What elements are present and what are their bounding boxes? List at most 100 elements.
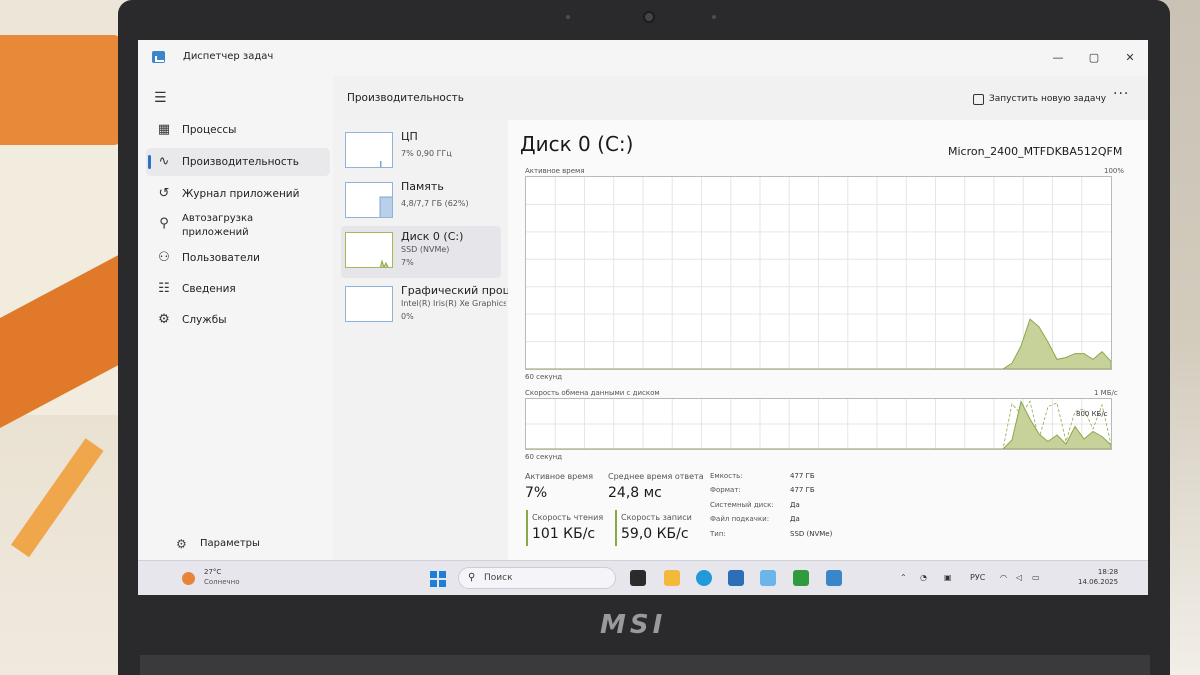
clock-date: 14.06.2025	[1078, 578, 1119, 586]
window-title: Диспетчер задач	[183, 51, 274, 62]
sidebar-item-services[interactable]: ⚙ Службы	[146, 306, 330, 334]
device-stats: 7% 0,90 ГГц	[401, 149, 452, 158]
start-button[interactable]	[430, 571, 446, 587]
cpu-mini-graph	[380, 161, 382, 167]
disk-thumbnail	[345, 232, 393, 268]
sidebar-item-label: Службы	[182, 314, 227, 326]
chevron-up-icon[interactable]: ⌃	[900, 573, 907, 582]
property-value: Да	[790, 515, 800, 523]
property-label: Емкость:	[710, 472, 743, 480]
property-label: Формат:	[710, 486, 741, 494]
memory-mini-graph	[379, 196, 392, 217]
task-view-icon[interactable]	[630, 570, 646, 586]
device-gpu[interactable]: Графический процессор Intel(R) Iris(R) X…	[341, 280, 511, 332]
store-icon[interactable]	[728, 570, 744, 586]
taskbar: 27°C Солнечно ⚲ Поиск ⌃ ◔ ▣ РУС ◠ ◁ ▭ 18…	[138, 560, 1148, 595]
hamburger-icon[interactable]: ☰	[154, 90, 167, 106]
task-manager-icon	[152, 51, 165, 63]
start-logo-tile	[438, 579, 446, 587]
settings-button[interactable]: Параметры	[200, 538, 260, 549]
device-usage: 7%	[401, 258, 414, 267]
brand-logo: MSI	[600, 610, 667, 640]
property-label: Системный диск:	[710, 501, 774, 509]
graph-label: Скорость обмена данными с диском	[525, 389, 660, 397]
gear-icon: ⚙	[176, 537, 187, 551]
run-task-icon	[973, 93, 984, 105]
device-type: SSD (NVMe)	[401, 245, 450, 254]
sidebar-item-performance[interactable]: ∿ Производительность	[146, 148, 330, 176]
sidebar-item-users[interactable]: ⚇ Пользователи	[146, 244, 330, 272]
clock[interactable]: 18:28 14.06.2025	[1078, 567, 1118, 587]
start-logo-tile	[438, 571, 446, 579]
close-button[interactable]: ✕	[1118, 48, 1142, 68]
sidebar-item-label: Пользователи	[182, 252, 260, 264]
graph-time-label: 60 секунд	[525, 373, 563, 381]
task-manager-taskbar-icon[interactable]	[826, 570, 842, 586]
xbox-icon[interactable]	[793, 570, 809, 586]
weather-description[interactable]: Солнечно	[204, 578, 240, 586]
property-label: Тип:	[710, 530, 726, 538]
history-icon: ↺	[158, 186, 170, 201]
file-explorer-icon[interactable]	[664, 570, 680, 586]
language-indicator[interactable]: РУС	[970, 573, 985, 582]
device-memory[interactable]: Память 4,8/7,7 ГБ (62%)	[341, 176, 501, 224]
write-speed-label: Скорость записи	[621, 513, 692, 522]
write-indicator	[615, 510, 617, 546]
graph-max-label: 1 МБ/с	[1094, 389, 1118, 397]
services-icon: ⚙	[158, 312, 170, 327]
minimize-button[interactable]: —	[1046, 48, 1070, 68]
avg-response-value: 24,8 мс	[608, 485, 662, 501]
wifi-icon[interactable]: ◠	[1000, 573, 1007, 582]
volume-icon[interactable]: ◁	[1016, 573, 1022, 582]
maximize-button[interactable]: ▢	[1082, 48, 1106, 68]
avg-response-label: Среднее время ответа	[608, 472, 704, 481]
device-name: Диск 0 (C:)	[401, 230, 464, 243]
active-time-value: 7%	[525, 485, 548, 501]
search-icon: ⚲	[468, 572, 476, 583]
sidebar-item-processes[interactable]: ▦ Процессы	[146, 116, 330, 144]
device-name: ЦП	[401, 130, 418, 143]
edge-icon[interactable]	[696, 570, 712, 586]
device-cpu[interactable]: ЦП 7% 0,90 ГГц	[341, 126, 501, 174]
property-value: 477 ГБ	[790, 486, 815, 494]
device-model: Intel(R) Iris(R) Xe Graphics	[401, 299, 506, 308]
read-speed-value: 101 КБ/с	[532, 526, 596, 542]
graph-svg	[526, 177, 1111, 369]
active-time-label: Активное время	[525, 472, 594, 481]
title-bar: Диспетчер задач — ▢ ✕	[138, 40, 1148, 76]
sidebar: ☰ ▦ Процессы ∿ Производительность ↺ Журн…	[138, 76, 333, 560]
weather-temperature[interactable]: 27°C	[204, 568, 221, 576]
sidebar-item-details[interactable]: ☷ Сведения	[146, 275, 330, 303]
graph-max-label: 100%	[1104, 167, 1125, 175]
graph-svg	[526, 399, 1111, 449]
run-new-task-button[interactable]: Запустить новую задачу	[973, 88, 1106, 110]
property-value: Да	[790, 501, 800, 509]
background-stripe	[10, 438, 104, 558]
device-disk-0[interactable]: Диск 0 (C:) SSD (NVMe) 7%	[341, 226, 501, 278]
webcam	[643, 11, 655, 23]
memory-thumbnail	[345, 182, 393, 218]
run-task-label: Запустить новую задачу	[989, 94, 1107, 104]
sidebar-item-startup[interactable]: ⚲ Автозагрузка приложений	[146, 210, 330, 244]
sensor-dot	[566, 15, 570, 19]
content-header: Производительность Запустить новую задач…	[333, 76, 1148, 120]
photos-icon[interactable]	[760, 570, 776, 586]
sensor-dot	[712, 15, 716, 19]
battery-icon[interactable]: ▭	[1032, 573, 1040, 582]
ms-store-tray-icon[interactable]: ▣	[944, 573, 952, 582]
sidebar-item-label: Производительность	[182, 156, 299, 168]
performance-icon: ∿	[158, 154, 170, 169]
page-title: Производительность	[347, 92, 464, 104]
gpu-mini-graph	[346, 287, 393, 322]
screen: Диспетчер задач — ▢ ✕ ☰ ▦ Процессы ∿ Про…	[138, 40, 1148, 595]
graph-label: Активное время	[525, 167, 585, 175]
sun-icon[interactable]	[182, 572, 195, 585]
more-options-button[interactable]: ···	[1113, 86, 1129, 102]
startup-icon: ⚲	[159, 216, 169, 231]
sidebar-item-label: Журнал приложений	[182, 188, 300, 200]
graph-time-label: 60 секунд	[525, 453, 563, 461]
disk-model: Micron_2400_MTFDKBA512QFM	[948, 145, 1123, 158]
copilot-icon[interactable]: ◔	[920, 573, 927, 582]
sidebar-item-app-history[interactable]: ↺ Журнал приложений	[146, 180, 330, 208]
taskbar-search[interactable]: ⚲ Поиск	[458, 567, 616, 589]
